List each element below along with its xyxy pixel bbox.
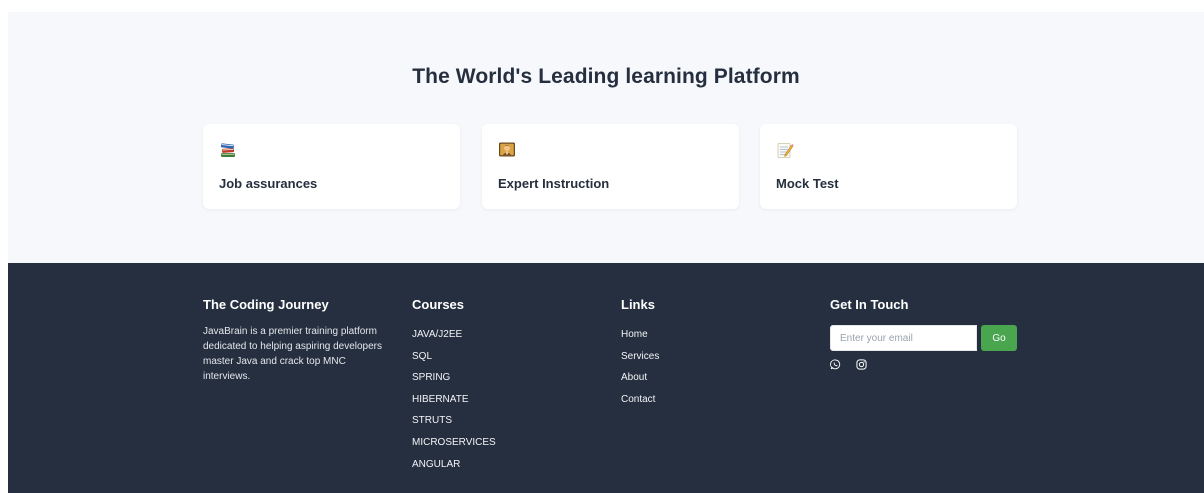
books-icon — [220, 143, 235, 157]
footer-links-title: Links — [621, 297, 655, 312]
feature-card-job-assurances: Job assurances — [203, 124, 460, 209]
footer-brand-title: The Coding Journey — [203, 297, 329, 312]
section-title: The World's Leading learning Platform — [412, 65, 800, 88]
footer-contact-title: Get In Touch — [830, 297, 909, 312]
footer-course-link[interactable]: ANGULAR — [412, 454, 496, 476]
feature-card-mock-test: Mock Test — [760, 124, 1017, 209]
footer-brand-description: JavaBrain is a premier training platform… — [203, 326, 383, 382]
feature-card-label: Job assurances — [219, 176, 318, 191]
memo-icon — [777, 143, 794, 158]
subscribe-go-button[interactable]: Go — [981, 325, 1017, 351]
footer-course-link[interactable]: SQL — [412, 346, 496, 368]
footer-course-link[interactable]: JAVA/J2EE — [412, 324, 496, 346]
footer-course-link[interactable]: HIBERNATE — [412, 389, 496, 411]
whatsapp-icon[interactable] — [830, 359, 841, 370]
features-section: The World's Leading learning Platform Jo… — [8, 12, 1204, 263]
site-footer: The Coding Journey JavaBrain is a premie… — [8, 263, 1204, 493]
footer-links-list: Home Services About Contact — [621, 324, 659, 410]
footer-courses-list: JAVA/J2EE SQL SPRING HIBERNATE STRUTS MI… — [412, 324, 496, 475]
footer-link-services[interactable]: Services — [621, 346, 659, 368]
footer-link-home[interactable]: Home — [621, 324, 659, 346]
footer-course-link[interactable]: STRUTS — [412, 410, 496, 432]
footer-courses-title: Courses — [412, 297, 465, 312]
footer-course-link[interactable]: MICROSERVICES — [412, 432, 496, 454]
footer-link-contact[interactable]: Contact — [621, 389, 659, 411]
instagram-icon[interactable] — [856, 359, 867, 370]
feature-card-label: Mock Test — [776, 176, 839, 191]
feature-card-label: Expert Instruction — [498, 176, 610, 191]
footer-link-about[interactable]: About — [621, 367, 659, 389]
page: The World's Leading learning Platform Jo… — [8, 12, 1204, 493]
email-input[interactable] — [830, 325, 977, 351]
teacher-icon — [499, 142, 515, 157]
footer-course-link[interactable]: SPRING — [412, 367, 496, 389]
feature-card-expert-instruction: Expert Instruction — [482, 124, 739, 209]
